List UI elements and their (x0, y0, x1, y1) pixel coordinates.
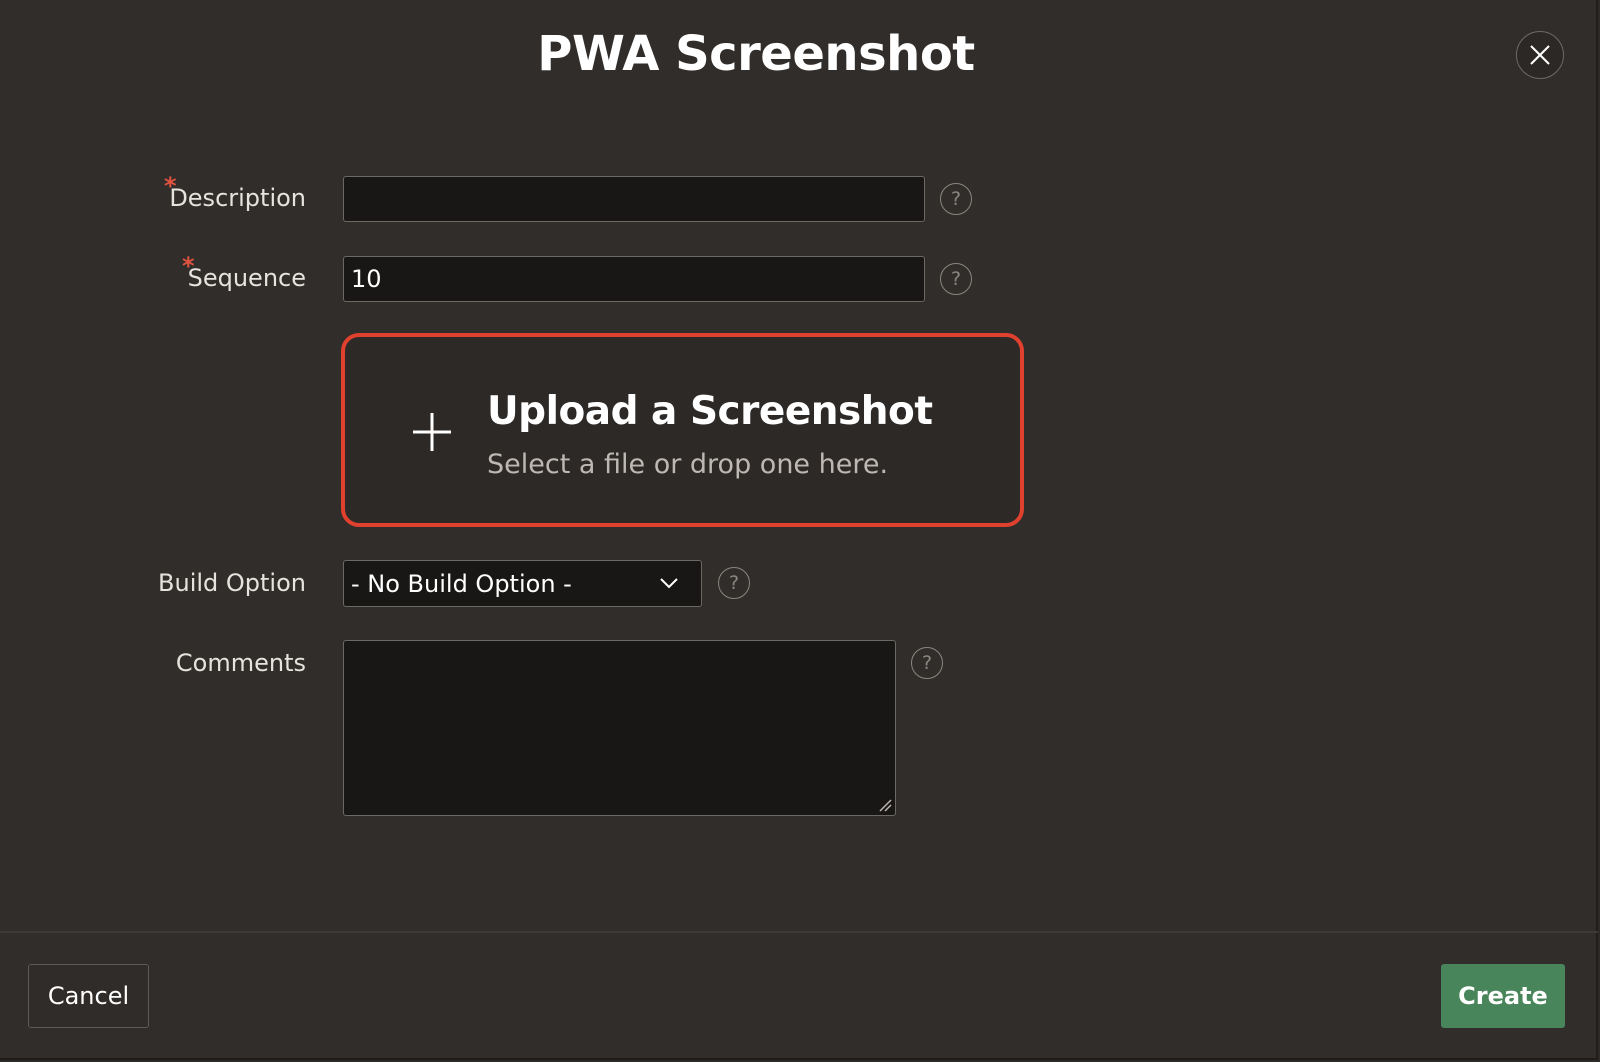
build-option-select[interactable]: - No Build Option - (343, 560, 702, 607)
sequence-help-icon[interactable]: ? (940, 263, 972, 295)
build-option-value: - No Build Option - (351, 569, 572, 598)
close-button[interactable] (1516, 31, 1564, 79)
create-button[interactable]: Create (1441, 964, 1565, 1028)
resize-handle-icon[interactable] (878, 798, 892, 812)
dialog-title: PWA Screenshot (537, 26, 975, 82)
description-field[interactable] (343, 176, 925, 222)
comments-help-icon[interactable]: ? (911, 647, 943, 679)
dialog: PWA Screenshot * Description ? * Sequenc… (0, 0, 1598, 1060)
description-label: Description (169, 184, 306, 212)
upload-title: Upload a Screenshot (487, 389, 933, 434)
description-help-icon[interactable]: ? (940, 183, 972, 215)
cancel-button[interactable]: Cancel (28, 964, 149, 1028)
chevron-down-icon (660, 578, 678, 589)
build-option-label: Build Option (158, 569, 306, 597)
sequence-label: Sequence (187, 264, 306, 292)
comments-label: Comments (175, 649, 306, 677)
sequence-field[interactable]: 10 (343, 256, 925, 302)
comments-textarea[interactable] (343, 640, 896, 816)
plus-icon (413, 413, 451, 451)
build-option-help-icon[interactable]: ? (718, 567, 750, 599)
close-icon (1530, 45, 1550, 65)
upload-dropzone[interactable]: Upload a Screenshot Select a file or dro… (341, 333, 1024, 527)
upload-subtitle: Select a file or drop one here. (487, 449, 889, 480)
footer-divider (0, 931, 1598, 933)
